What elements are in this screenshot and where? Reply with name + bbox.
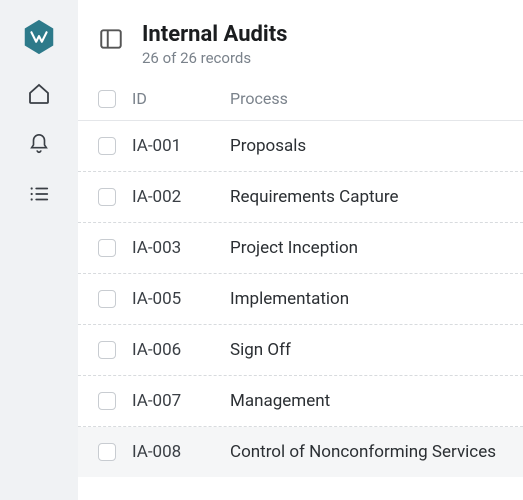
cell-process: Project Inception bbox=[230, 238, 503, 258]
cell-process: Requirements Capture bbox=[230, 187, 503, 207]
table-row[interactable]: IA-007Management bbox=[78, 376, 523, 427]
page-header: Internal Audits 26 of 26 records bbox=[78, 0, 523, 81]
record-count: 26 of 26 records bbox=[142, 49, 287, 67]
column-header-process[interactable]: Process bbox=[230, 89, 503, 108]
main-content: Internal Audits 26 of 26 records ID Proc… bbox=[78, 0, 523, 500]
column-header-row: ID Process bbox=[78, 81, 523, 121]
panel-icon bbox=[98, 26, 124, 52]
list-icon[interactable] bbox=[27, 182, 51, 206]
bell-icon[interactable] bbox=[27, 132, 51, 156]
row-checkbox[interactable] bbox=[98, 188, 116, 206]
logo-icon[interactable] bbox=[20, 18, 58, 56]
home-icon[interactable] bbox=[27, 82, 51, 106]
cell-process: Sign Off bbox=[230, 340, 503, 360]
table-row[interactable]: IA-002Requirements Capture bbox=[78, 172, 523, 223]
select-all-checkbox[interactable] bbox=[98, 90, 116, 108]
cell-id: IA-002 bbox=[132, 187, 230, 207]
page-title: Internal Audits bbox=[142, 22, 287, 47]
column-header-id[interactable]: ID bbox=[132, 89, 230, 108]
cell-id: IA-008 bbox=[132, 442, 230, 462]
cell-process: Proposals bbox=[230, 136, 503, 156]
cell-id: IA-003 bbox=[132, 238, 230, 258]
table-row[interactable]: IA-006Sign Off bbox=[78, 325, 523, 376]
row-checkbox[interactable] bbox=[98, 239, 116, 257]
row-checkbox[interactable] bbox=[98, 137, 116, 155]
cell-process: Implementation bbox=[230, 289, 503, 309]
table-row[interactable]: IA-003Project Inception bbox=[78, 223, 523, 274]
cell-id: IA-001 bbox=[132, 136, 230, 156]
table-body: IA-001ProposalsIA-002Requirements Captur… bbox=[78, 121, 523, 500]
cell-process: Management bbox=[230, 391, 503, 411]
row-checkbox[interactable] bbox=[98, 392, 116, 410]
cell-id: IA-007 bbox=[132, 391, 230, 411]
row-checkbox[interactable] bbox=[98, 290, 116, 308]
cell-process: Control of Nonconforming Services bbox=[230, 442, 503, 462]
sidebar bbox=[0, 0, 78, 500]
table-row[interactable]: IA-008Control of Nonconforming Services bbox=[78, 427, 523, 477]
row-checkbox[interactable] bbox=[98, 443, 116, 461]
cell-id: IA-005 bbox=[132, 289, 230, 309]
cell-id: IA-006 bbox=[132, 340, 230, 360]
row-checkbox[interactable] bbox=[98, 341, 116, 359]
table-row[interactable]: IA-001Proposals bbox=[78, 121, 523, 172]
table-row[interactable]: IA-005Implementation bbox=[78, 274, 523, 325]
